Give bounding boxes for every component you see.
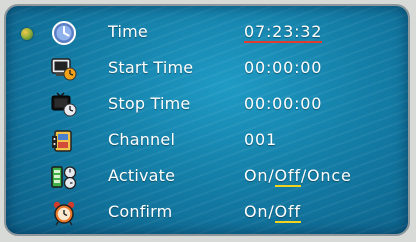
start-time-label: Start Time bbox=[108, 58, 194, 77]
activate-options[interactable]: On/Off/Once bbox=[244, 166, 352, 187]
channel-value[interactable]: 001 bbox=[244, 130, 277, 149]
option-separator: / bbox=[268, 166, 275, 185]
confirm-option-off[interactable]: Off bbox=[274, 202, 301, 223]
stop-time-row[interactable]: Stop Time 00:00:00 bbox=[6, 88, 408, 122]
activate-row[interactable]: Activate On/Off/Once bbox=[6, 160, 408, 194]
confirm-row[interactable]: Confirm On/Off bbox=[6, 196, 408, 230]
stop-time-value[interactable]: 00:00:00 bbox=[244, 94, 322, 113]
time-value[interactable]: 07:23:32 bbox=[244, 22, 323, 43]
channel-row[interactable]: Channel 001 bbox=[6, 124, 408, 158]
channel-film-icon bbox=[52, 130, 72, 152]
tv-clock-stop-icon bbox=[51, 92, 77, 117]
confirm-label: Confirm bbox=[108, 202, 173, 221]
option-separator: / bbox=[268, 202, 275, 221]
selection-bullet-icon bbox=[21, 28, 33, 40]
tv-clock-start-icon bbox=[51, 58, 77, 81]
activate-option-on[interactable]: On bbox=[244, 166, 268, 185]
clock-icon bbox=[52, 21, 76, 45]
activate-label: Activate bbox=[108, 166, 176, 185]
start-time-row[interactable]: Start Time 00:00:00 bbox=[6, 52, 408, 86]
activate-option-once[interactable]: Once bbox=[307, 166, 352, 185]
alarm-clock-icon bbox=[53, 201, 75, 226]
stop-time-label: Stop Time bbox=[108, 94, 191, 113]
channel-label: Channel bbox=[108, 130, 176, 149]
confirm-option-on[interactable]: On bbox=[244, 202, 268, 221]
activate-option-off[interactable]: Off bbox=[274, 166, 301, 187]
time-label: Time bbox=[108, 22, 148, 41]
activate-icon bbox=[51, 166, 77, 190]
timer-settings-panel: Time 07:23:32 Start Time 00:00:00 Stop T… bbox=[4, 4, 410, 236]
start-time-value[interactable]: 00:00:00 bbox=[244, 58, 322, 77]
confirm-options[interactable]: On/Off bbox=[244, 202, 301, 223]
time-row[interactable]: Time 07:23:32 bbox=[6, 16, 408, 50]
